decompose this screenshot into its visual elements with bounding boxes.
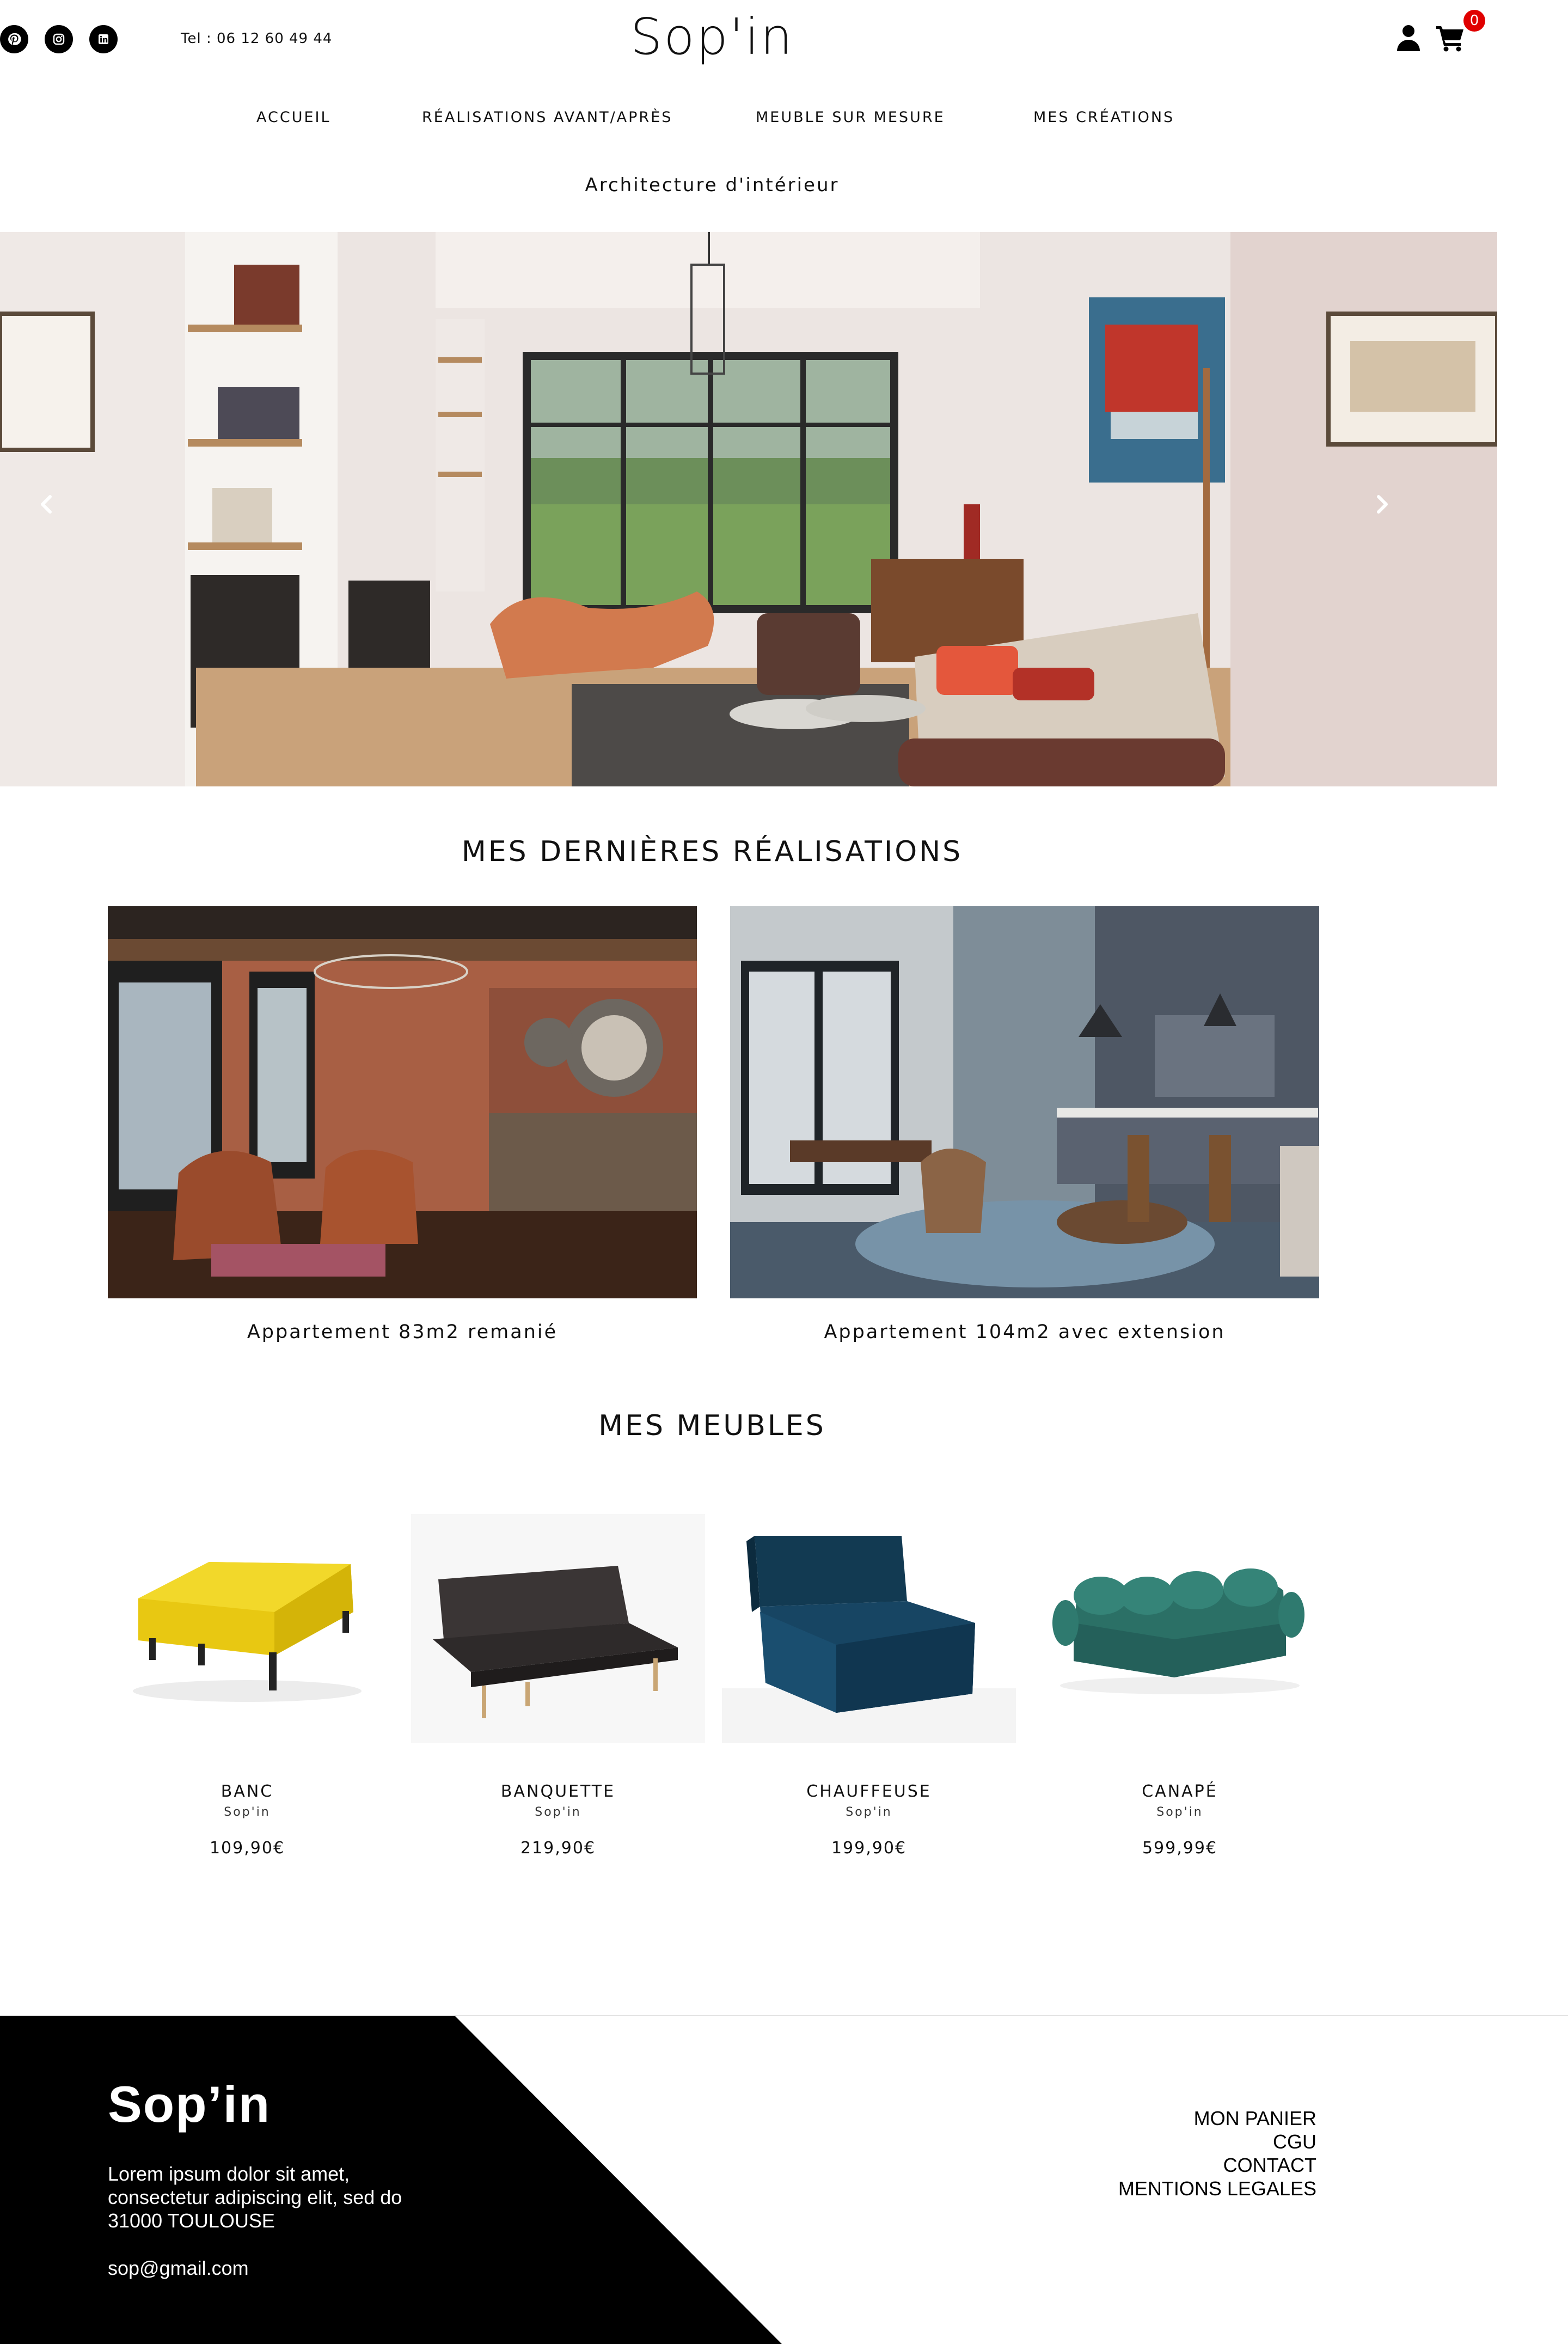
shopping-cart-icon[interactable] xyxy=(1435,24,1466,52)
product-brand: Sop'in xyxy=(535,1805,581,1819)
product-card-banquette[interactable]: BANQUETTE Sop'in 219,90€ xyxy=(411,1514,705,1858)
footer-link-mon-panier[interactable]: MON PANIER xyxy=(1118,2107,1316,2130)
footer-text-line: Lorem ipsum dolor sit amet, xyxy=(108,2163,350,2185)
hero-carousel[interactable] xyxy=(0,232,1497,786)
footer-link-cgu[interactable]: CGU xyxy=(1118,2130,1316,2153)
footer-link-mentions-legales[interactable]: MENTIONS LEGALES xyxy=(1118,2177,1316,2200)
site-logo[interactable]: Sop'in xyxy=(0,8,1424,66)
product-price: 219,90€ xyxy=(520,1839,596,1858)
product-card-chauffeuse[interactable]: CHAUFFEUSE Sop'in 199,90€ xyxy=(722,1514,1016,1858)
nav-item-mes-creations[interactable]: MES CRÉATIONS xyxy=(1033,109,1174,126)
footer-email[interactable]: sop@gmail.com xyxy=(108,2256,249,2280)
realisation-card[interactable]: Appartement 104m2 avec extension xyxy=(730,906,1319,1343)
realisation-card[interactable]: Appartement 83m2 remanié xyxy=(108,906,697,1343)
product-price: 599,99€ xyxy=(1142,1839,1218,1858)
user-account-icon[interactable] xyxy=(1395,24,1422,52)
product-card-banc[interactable]: BANC Sop'in 109,90€ xyxy=(100,1514,394,1858)
product-brand: Sop'in xyxy=(846,1805,892,1819)
footer-text-line: consectetur adipiscing elit, sed do xyxy=(108,2186,402,2208)
cart-count-badge: 0 xyxy=(1463,10,1485,32)
realisation-caption: Appartement 83m2 remanié xyxy=(247,1321,558,1343)
realisation-caption: Appartement 104m2 avec extension xyxy=(824,1321,1226,1343)
product-name: CHAUFFEUSE xyxy=(806,1782,932,1801)
product-card-canape[interactable]: CANAPÉ Sop'in 599,99€ xyxy=(1033,1514,1327,1858)
product-name: BANC xyxy=(220,1782,274,1801)
product-image-banquette[interactable] xyxy=(411,1514,705,1743)
product-image-banc[interactable] xyxy=(100,1514,394,1743)
product-price: 199,90€ xyxy=(831,1839,907,1858)
product-image-canape[interactable] xyxy=(1033,1514,1327,1743)
footer-description: Lorem ipsum dolor sit amet, consectetur … xyxy=(108,2162,402,2232)
nav-item-accueil[interactable]: ACCUEIL xyxy=(256,109,331,126)
meubles-section-title: MES MEUBLES xyxy=(598,1409,826,1442)
realisation-image-extension[interactable] xyxy=(730,906,1319,1298)
footer-link-contact[interactable]: CONTACT xyxy=(1118,2153,1316,2177)
realisation-image-loft[interactable] xyxy=(108,906,697,1298)
footer-brand-title: Sop’in xyxy=(108,2076,271,2133)
footer-address: 31000 TOULOUSE xyxy=(108,2209,275,2232)
product-brand: Sop'in xyxy=(1156,1805,1203,1819)
nav-item-architecture[interactable]: Architecture d'intérieur xyxy=(0,174,1424,196)
product-image-chauffeuse[interactable] xyxy=(722,1514,1016,1743)
hero-living-room-image xyxy=(0,232,1497,786)
realisations-section-title: MES DERNIÈRES RÉALISATIONS xyxy=(461,835,963,868)
footer-links: MON PANIER CGU CONTACT MENTIONS LEGALES xyxy=(1118,2107,1316,2200)
main-navigation: ACCUEIL RÉALISATIONS AVANT/APRÈS MEUBLE … xyxy=(0,109,1424,131)
product-brand: Sop'in xyxy=(224,1805,271,1819)
hero-prev-arrow-icon[interactable] xyxy=(30,488,63,521)
product-name: CANAPÉ xyxy=(1142,1782,1218,1801)
nav-item-meuble-sur-mesure[interactable]: MEUBLE SUR MESURE xyxy=(756,109,945,126)
product-name: BANQUETTE xyxy=(500,1782,616,1801)
product-price: 109,90€ xyxy=(209,1839,285,1858)
nav-item-realisations[interactable]: RÉALISATIONS AVANT/APRÈS xyxy=(422,109,672,126)
hero-next-arrow-icon[interactable] xyxy=(1365,488,1398,521)
